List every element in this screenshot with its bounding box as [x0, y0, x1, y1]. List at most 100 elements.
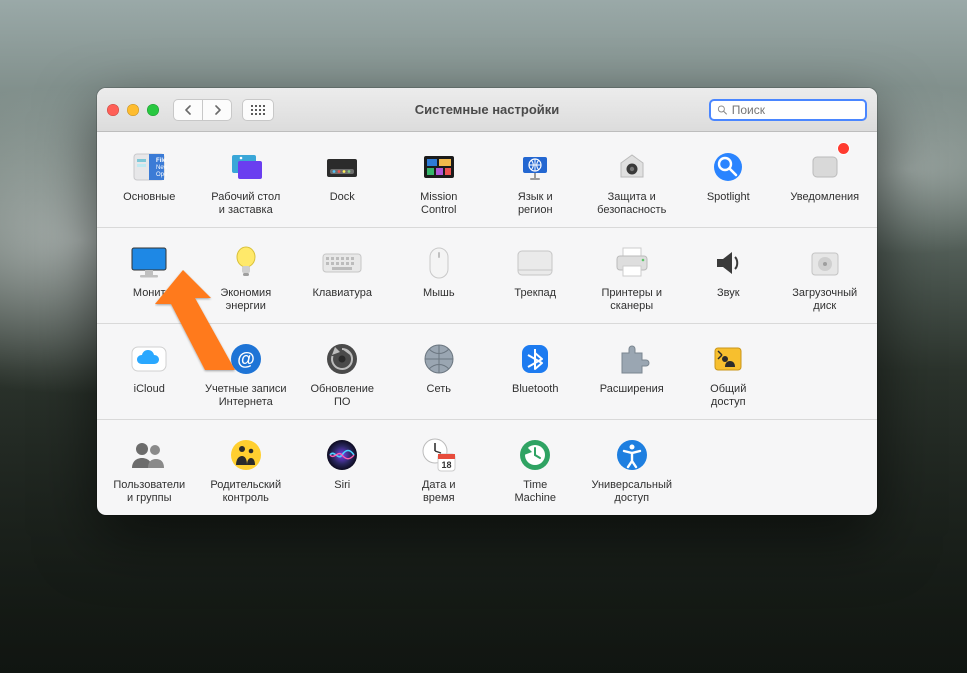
nav-buttons	[173, 99, 232, 121]
pane-keyboard[interactable]: Клавиатура	[294, 242, 391, 313]
pane-label: Mission Control	[420, 191, 457, 217]
pane-label: Принтеры и сканеры	[602, 287, 663, 313]
notification-badge	[838, 143, 849, 154]
pane-label: Рабочий стол и заставка	[211, 191, 280, 217]
mouse-icon	[418, 242, 460, 284]
pane-displays[interactable]: Монит	[101, 242, 198, 313]
pane-trackpad[interactable]: Трекпад	[487, 242, 584, 313]
svg-text:@: @	[237, 349, 255, 369]
pane-label: Уведомления	[790, 191, 859, 204]
pane-label: Siri	[334, 479, 350, 492]
pane-notifications[interactable]: Уведомления	[777, 146, 874, 217]
pane-label: Родительский контроль	[210, 479, 281, 505]
pane-icloud[interactable]: iCloud	[101, 338, 198, 409]
pane-label: Пользователи и группы	[113, 479, 185, 505]
minimize-window-button[interactable]	[127, 104, 139, 116]
pane-label: Мышь	[423, 287, 455, 300]
preference-panes: FileNewOpe Основные Рабочий стол и заста…	[97, 132, 877, 515]
pane-label: Защита и безопасность	[597, 191, 666, 217]
pane-users[interactable]: Пользователи и группы	[101, 434, 198, 505]
pane-label: Сеть	[427, 383, 451, 396]
pane-label: Учетные записи Интернета	[205, 383, 287, 409]
pane-general[interactable]: FileNewOpe Основные	[101, 146, 198, 217]
pane-label: Дата и время	[422, 479, 456, 505]
chevron-left-icon	[184, 105, 193, 115]
pane-spotlight[interactable]: Spotlight	[680, 146, 777, 217]
pane-datetime[interactable]: 18 Дата и время	[391, 434, 488, 505]
pane-printers[interactable]: Принтеры и сканеры	[584, 242, 681, 313]
pane-language[interactable]: Язык и регион	[487, 146, 584, 217]
mission-control-icon	[418, 146, 460, 188]
close-window-button[interactable]	[107, 104, 119, 116]
pane-mouse[interactable]: Мышь	[391, 242, 488, 313]
pane-timemachine[interactable]: Time Machine	[487, 434, 584, 505]
internet-accounts-icon: @	[225, 338, 267, 380]
pane-sound[interactable]: Звук	[680, 242, 777, 313]
search-field[interactable]	[709, 99, 867, 121]
general-icon: FileNewOpe	[128, 146, 170, 188]
pane-security[interactable]: Защита и безопасность	[584, 146, 681, 217]
chevron-right-icon	[213, 105, 222, 115]
pane-label: Универсальный доступ	[591, 479, 672, 505]
pane-startupdisk[interactable]: Загрузочный диск	[777, 242, 874, 313]
svg-text:Ope: Ope	[156, 172, 167, 178]
forward-button[interactable]	[202, 99, 232, 121]
pane-label: Spotlight	[707, 191, 750, 204]
pane-label: Общий доступ	[710, 383, 746, 409]
pane-accessibility[interactable]: Универсальный доступ	[584, 434, 681, 505]
pane-bluetooth[interactable]: Bluetooth	[487, 338, 584, 409]
spotlight-icon	[707, 146, 749, 188]
timemachine-icon	[514, 434, 556, 476]
pane-label: Загрузочный диск	[792, 287, 857, 313]
notifications-icon	[804, 146, 846, 188]
keyboard-icon	[321, 242, 363, 284]
pane-label: Bluetooth	[512, 383, 558, 396]
pane-label: Монит	[133, 287, 166, 300]
pane-energy[interactable]: Экономия энергии	[198, 242, 295, 313]
pane-dock[interactable]: Dock	[294, 146, 391, 217]
language-icon	[514, 146, 556, 188]
trackpad-icon	[514, 242, 556, 284]
desktop-icon	[225, 146, 267, 188]
pane-label: Dock	[330, 191, 355, 204]
energy-icon	[225, 242, 267, 284]
parental-icon	[225, 434, 267, 476]
pane-label: Клавиатура	[312, 287, 372, 300]
row-2: Монит Экономия энергии Клавиатура Мышь	[97, 228, 877, 324]
bluetooth-icon	[514, 338, 556, 380]
pane-mission[interactable]: Mission Control	[391, 146, 488, 217]
pane-desktop[interactable]: Рабочий стол и заставка	[198, 146, 295, 217]
dock-icon	[321, 146, 363, 188]
pane-extensions[interactable]: Расширения	[584, 338, 681, 409]
grid-icon	[251, 105, 265, 115]
extensions-icon	[611, 338, 653, 380]
pane-sharing[interactable]: Общий доступ	[680, 338, 777, 409]
software-update-icon	[321, 338, 363, 380]
siri-icon	[321, 434, 363, 476]
pane-siri[interactable]: Siri	[294, 434, 391, 505]
pane-label: Обновление ПО	[310, 383, 374, 409]
users-icon	[128, 434, 170, 476]
system-preferences-window: Системные настройки FileNewOpe Основные …	[97, 88, 877, 515]
pane-label: Time Machine	[514, 479, 556, 505]
pane-label: Язык и регион	[518, 191, 553, 217]
startup-disk-icon	[804, 242, 846, 284]
window-controls	[107, 104, 159, 116]
pane-software-update[interactable]: Обновление ПО	[294, 338, 391, 409]
zoom-window-button[interactable]	[147, 104, 159, 116]
pane-internet[interactable]: @ Учетные записи Интернета	[198, 338, 295, 409]
network-icon	[418, 338, 460, 380]
show-all-button[interactable]	[242, 99, 274, 121]
pane-label: Трекпад	[514, 287, 556, 300]
pane-label: Расширения	[600, 383, 664, 396]
pane-network[interactable]: Сеть	[391, 338, 488, 409]
back-button[interactable]	[173, 99, 203, 121]
icloud-icon	[128, 338, 170, 380]
search-input[interactable]	[732, 103, 859, 117]
pane-label: iCloud	[134, 383, 165, 396]
svg-text:New: New	[156, 165, 167, 171]
printers-icon	[611, 242, 653, 284]
row-3: iCloud @ Учетные записи Интернета Обновл…	[97, 324, 877, 420]
row-1: FileNewOpe Основные Рабочий стол и заста…	[97, 132, 877, 228]
pane-parental[interactable]: Родительский контроль	[198, 434, 295, 505]
